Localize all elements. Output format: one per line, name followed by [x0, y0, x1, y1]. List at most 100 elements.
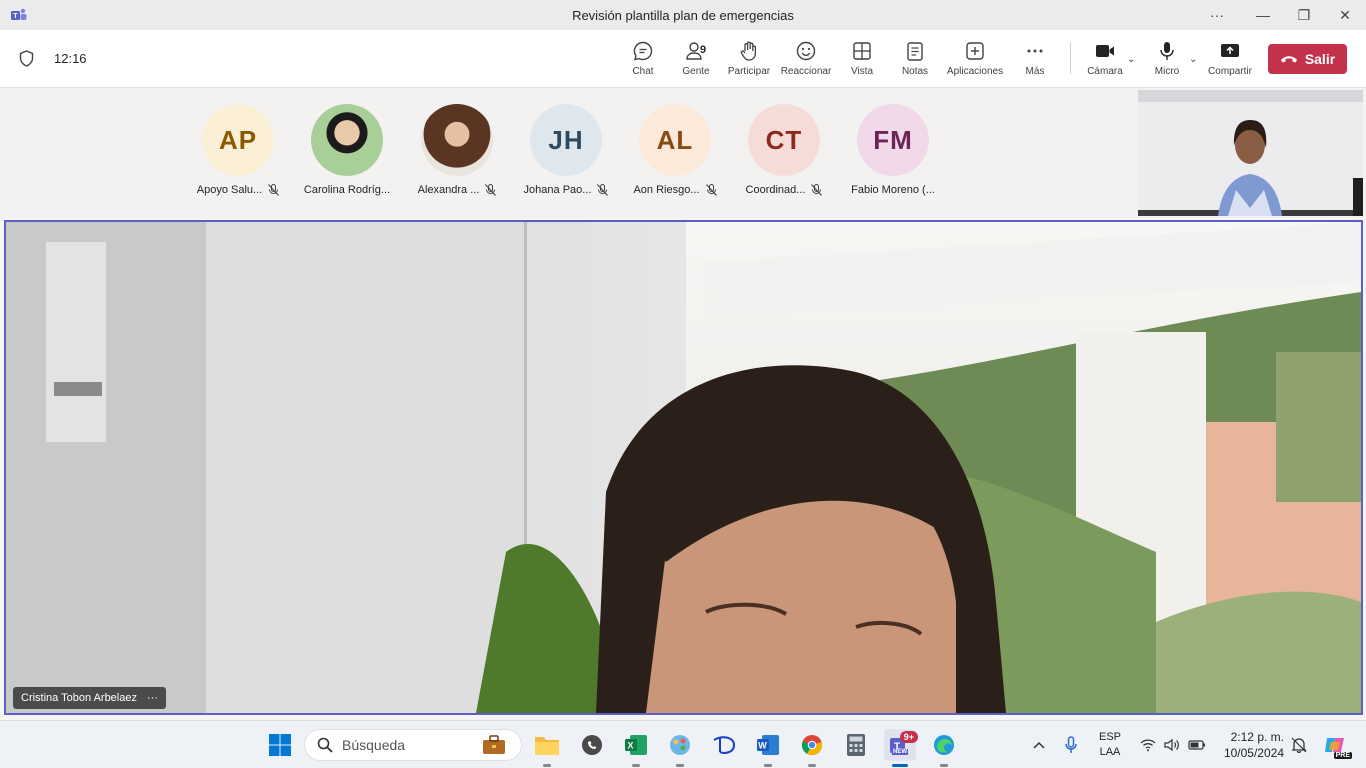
mic-off-icon [268, 184, 280, 196]
participant-name: Aon Riesgo... [633, 184, 700, 196]
mic-off-icon [485, 184, 497, 196]
participant-tile[interactable]: FM Fabio Moreno (... [838, 104, 948, 196]
teams-taskbar-icon[interactable]: T 9+ NEW [884, 729, 918, 767]
edge-icon[interactable] [928, 729, 960, 767]
close-button[interactable]: ✕ [1324, 0, 1366, 30]
windows-logo-icon [269, 734, 291, 756]
word-logo-icon: W [757, 735, 779, 755]
clock-date: 10/05/2024 [1223, 746, 1284, 760]
more-button[interactable]: Más [1005, 38, 1065, 82]
notes-button[interactable]: Notas [885, 38, 945, 82]
camera-button[interactable]: Cámara [1075, 38, 1135, 82]
taskbar-clock[interactable]: 2:12 p. m. 10/05/2024 [1218, 729, 1284, 761]
mic-options-chevron-icon[interactable]: ⌄ [1189, 54, 1197, 65]
running-indicator [892, 764, 908, 767]
running-indicator [543, 764, 551, 767]
main-video[interactable]: Cristina Tobon Arbelaez ··· [4, 220, 1363, 715]
video-camera-icon [1096, 45, 1114, 57]
chat-button[interactable]: Chat [613, 38, 673, 82]
copilot-icon[interactable]: PRE [1318, 729, 1352, 761]
speaker-options-button[interactable]: ··· [147, 692, 158, 704]
emoji-icon [796, 41, 816, 61]
chat-label: Chat [632, 66, 654, 77]
show-hidden-icons-chevron-icon[interactable] [1024, 729, 1054, 761]
leave-button[interactable]: Salir [1268, 44, 1347, 74]
meeting-timer: 12:16 [54, 51, 87, 66]
briefcase-icon[interactable] [478, 729, 510, 761]
file-explorer-icon[interactable] [531, 729, 563, 767]
title-bar: T Revisión plantilla plan de emergencias… [0, 0, 1366, 30]
running-indicator [676, 764, 684, 767]
shield-icon[interactable] [19, 50, 34, 67]
participant-name: Fabio Moreno (... [851, 184, 935, 196]
active-speaker-video [6, 222, 1361, 713]
mic-button[interactable]: Micro [1137, 38, 1197, 82]
whatsapp-icon[interactable] [576, 729, 608, 761]
meeting-toolbar: 12:16 Chat 9 Gente Participar Reaccionar… [0, 30, 1366, 88]
apps-button[interactable]: Aplicaciones [945, 38, 1005, 82]
window-more-button[interactable]: ··· [1196, 0, 1238, 30]
excel-icon[interactable]: X [620, 729, 652, 767]
notification-bell-icon[interactable] [1288, 729, 1310, 761]
avatar: FM [857, 104, 929, 176]
leave-label: Salir [1304, 51, 1336, 67]
running-indicator [632, 764, 640, 767]
view-button[interactable]: Vista [832, 38, 892, 82]
search-icon [317, 737, 333, 753]
paint-app-icon [670, 735, 690, 755]
avatar: AL [639, 104, 711, 176]
notes-label: Notas [901, 66, 929, 77]
word-icon[interactable]: W [752, 729, 784, 767]
react-label: Reaccionar [780, 66, 832, 77]
mic-in-use-icon[interactable] [1056, 729, 1086, 761]
raise-hand-button[interactable]: Participar [719, 38, 779, 82]
teams-new-tag: NEW [892, 749, 908, 755]
people-count: 9 [700, 44, 707, 56]
self-view-image [1138, 90, 1363, 216]
hang-up-icon [1280, 56, 1297, 63]
speaker-name: Cristina Tobon Arbelaez [21, 692, 137, 704]
battery-icon [1188, 740, 1205, 750]
language-code: ESP [1098, 731, 1121, 743]
calculator-icon[interactable] [840, 729, 872, 761]
language-indicator[interactable]: ESP LAA [1092, 730, 1128, 760]
chrome-icon[interactable] [796, 729, 828, 767]
participant-tile[interactable]: Carolina Rodríg... [292, 104, 402, 196]
self-view-video[interactable] [1138, 90, 1363, 216]
more-label: Más [1025, 66, 1045, 77]
participant-name: Apoyo Salu... [196, 184, 263, 196]
people-button[interactable]: 9 Gente [666, 38, 726, 82]
grid-view-icon [853, 42, 871, 60]
participant-tile[interactable]: CT Coordinad... [729, 104, 839, 196]
excel-logo-icon: X [625, 735, 647, 755]
wifi-icon [1140, 739, 1156, 752]
notes-icon [907, 42, 923, 61]
start-button[interactable] [264, 729, 296, 761]
svg-text:W: W [758, 741, 767, 751]
mic-label: Micro [1154, 66, 1180, 77]
participant-tile[interactable]: AL Aon Riesgo... [620, 104, 730, 196]
disney-plus-icon[interactable] [708, 729, 740, 761]
participant-tile[interactable]: JH Johana Pao... [511, 104, 621, 196]
participant-tile[interactable]: Alexandra ... [402, 104, 512, 196]
edge-logo-icon [934, 735, 954, 755]
share-label: Compartir [1208, 66, 1252, 77]
people-label: Gente [682, 66, 710, 77]
participant-name: Coordinad... [745, 184, 806, 196]
system-tray-status[interactable] [1136, 729, 1210, 761]
mic-off-icon [597, 184, 609, 196]
calculator-logo-icon [847, 734, 865, 756]
keyboard-layout: LAA [1099, 746, 1121, 758]
avatar: AP [202, 104, 274, 176]
camera-options-chevron-icon[interactable]: ⌄ [1127, 54, 1135, 65]
react-button[interactable]: Reaccionar [776, 38, 836, 82]
maximize-button[interactable]: ❐ [1283, 0, 1325, 30]
disney-logo-icon [713, 736, 736, 754]
add-app-icon [966, 42, 984, 60]
teams-notification-badge: 9+ [899, 731, 918, 743]
store-app-icon[interactable] [664, 729, 696, 767]
volume-icon [1164, 738, 1179, 752]
minimize-button[interactable]: — [1242, 0, 1284, 30]
share-button[interactable]: Compartir [1200, 38, 1260, 82]
participant-tile[interactable]: AP Apoyo Salu... [183, 104, 293, 196]
